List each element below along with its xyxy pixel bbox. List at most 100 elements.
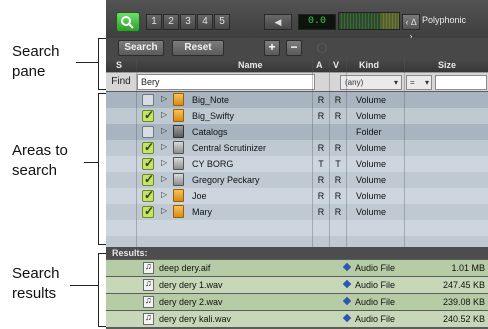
search-checkbox[interactable] — [142, 172, 154, 186]
location-row[interactable]: ▷ CY BORG T T Volume — [106, 156, 488, 172]
add-criterion-button[interactable]: + — [264, 40, 280, 56]
location-row[interactable]: ▷ Catalogs Folder — [106, 124, 488, 140]
grey-volume-icon — [173, 173, 184, 186]
expand-triangle-icon[interactable]: ▷ — [161, 94, 167, 103]
result-size: 1.01 MB — [451, 263, 485, 273]
result-row[interactable]: dery dery kali.wav Audio File 240.52 KB — [106, 311, 488, 327]
remove-criterion-button[interactable]: − — [286, 40, 302, 56]
expand-triangle-icon[interactable]: ▷ — [161, 142, 167, 151]
preset-button-3[interactable]: 3 — [180, 14, 196, 30]
search-checkbox[interactable] — [142, 204, 154, 218]
disabled-option-icon — [317, 43, 327, 53]
preset-button-2[interactable]: 2 — [163, 14, 179, 30]
preset-button-5[interactable]: 5 — [214, 14, 230, 30]
expand-triangle-icon[interactable]: ▷ — [161, 206, 167, 215]
operator-value: = — [410, 78, 415, 87]
empty-row — [106, 220, 488, 236]
column-header-size[interactable]: Size — [438, 60, 456, 70]
expand-triangle-icon[interactable]: ▷ — [161, 174, 167, 183]
audio-access: R — [317, 207, 325, 217]
callout-line: Search — [12, 43, 60, 60]
audio-access: T — [318, 159, 324, 169]
location-row[interactable]: ▷ Big_Swifty R R Volume — [106, 108, 488, 124]
result-row[interactable]: dery dery 1.wav Audio File 247.45 KB — [106, 277, 488, 293]
search-checkbox[interactable] — [142, 94, 154, 106]
audio-diamond-icon — [342, 313, 352, 323]
video-access: R — [334, 143, 342, 153]
column-header-v[interactable]: V — [333, 60, 339, 70]
result-row[interactable]: dery dery 2.wav Audio File 239.08 KB — [106, 294, 488, 310]
search-results-leader — [70, 285, 98, 286]
location-row[interactable]: ▷ Big_Note R R Volume — [106, 92, 488, 108]
search-checkbox[interactable] — [142, 108, 154, 122]
preset-button-4[interactable]: 4 — [197, 14, 213, 30]
column-header-a[interactable]: A — [316, 60, 323, 70]
search-button[interactable]: Search — [118, 40, 164, 56]
orange-volume-icon — [173, 189, 184, 202]
voice-mode-stepper[interactable]: ‹ ∆ › — [402, 14, 420, 41]
result-size: 247.45 KB — [442, 280, 485, 290]
location-name: CY BORG — [192, 159, 234, 169]
search-checkbox[interactable] — [142, 188, 154, 202]
expand-triangle-icon[interactable]: ▷ — [161, 158, 167, 167]
column-header-s[interactable]: S — [116, 60, 122, 70]
preset-button-1[interactable]: 1 — [146, 14, 162, 30]
column-header-name[interactable]: Name — [238, 60, 263, 70]
grey-volume-icon — [173, 157, 184, 170]
audio-access: R — [317, 175, 325, 185]
search-checkbox[interactable] — [142, 156, 154, 170]
location-row[interactable]: ▷ Mary R R Volume — [106, 204, 488, 220]
location-name: Catalogs — [192, 127, 228, 137]
video-access: R — [334, 191, 342, 201]
result-name: deep dery.aif — [159, 263, 211, 273]
audio-file-icon — [143, 278, 154, 291]
location-name: Gregory Peckary — [192, 175, 260, 185]
video-access: R — [334, 111, 342, 121]
reset-button[interactable]: Reset — [172, 40, 224, 56]
size-operator-select[interactable]: = ▾ — [406, 75, 432, 90]
column-divider — [404, 58, 405, 247]
kind-select[interactable]: (any) ▾ — [340, 75, 402, 90]
preview-volume-button[interactable]: ◀ — [264, 14, 292, 30]
speaker-icon: ◀ — [274, 17, 282, 27]
video-access: R — [334, 175, 342, 185]
find-label: Find — [111, 76, 131, 87]
orange-volume-icon — [173, 205, 184, 218]
callout-line: search — [12, 162, 58, 179]
grey-volume-icon — [173, 141, 184, 154]
search-toggle-button[interactable] — [116, 12, 140, 32]
search-results-bracket — [98, 253, 106, 327]
audio-access: R — [317, 191, 325, 201]
magnifier-icon — [121, 16, 134, 29]
find-input[interactable]: Bery — [137, 74, 315, 90]
location-row[interactable]: ▷ Central Scrutinizer R R Volume — [106, 140, 488, 156]
callout-line: results — [12, 285, 57, 302]
expand-triangle-icon[interactable]: ▷ — [161, 190, 167, 199]
location-name: Central Scrutinizer — [192, 143, 267, 153]
size-input[interactable] — [435, 75, 487, 90]
result-size: 240.52 KB — [442, 314, 485, 324]
chevron-down-icon: ▾ — [393, 78, 398, 87]
level-readout: 0.0 — [298, 14, 336, 30]
location-kind: Volume — [356, 143, 387, 153]
audio-file-icon — [143, 312, 154, 325]
result-row[interactable]: deep dery.aif Audio File 1.01 MB — [106, 260, 488, 276]
search-pane-leader — [76, 62, 98, 63]
location-kind: Volume — [356, 191, 387, 201]
location-kind: Volume — [356, 111, 387, 121]
search-checkbox[interactable] — [142, 126, 154, 138]
search-button-bar: Search Reset + − — [106, 38, 488, 58]
column-header-row: S Name A V Kind Size — [106, 58, 488, 72]
audio-file-icon — [143, 295, 154, 308]
column-header-kind[interactable]: Kind — [359, 60, 379, 70]
callout-line: pane — [12, 63, 46, 80]
audio-diamond-icon — [342, 262, 352, 272]
location-row[interactable]: ▷ Joe R R Volume — [106, 188, 488, 204]
expand-triangle-icon[interactable]: ▷ — [161, 126, 167, 135]
location-row[interactable]: ▷ Gregory Peckary R R Volume — [106, 172, 488, 188]
audio-diamond-icon — [342, 279, 352, 289]
search-results-callout: Search results — [12, 264, 60, 304]
search-checkbox[interactable] — [142, 140, 154, 154]
expand-triangle-icon[interactable]: ▷ — [161, 110, 167, 119]
location-kind: Volume — [356, 175, 387, 185]
